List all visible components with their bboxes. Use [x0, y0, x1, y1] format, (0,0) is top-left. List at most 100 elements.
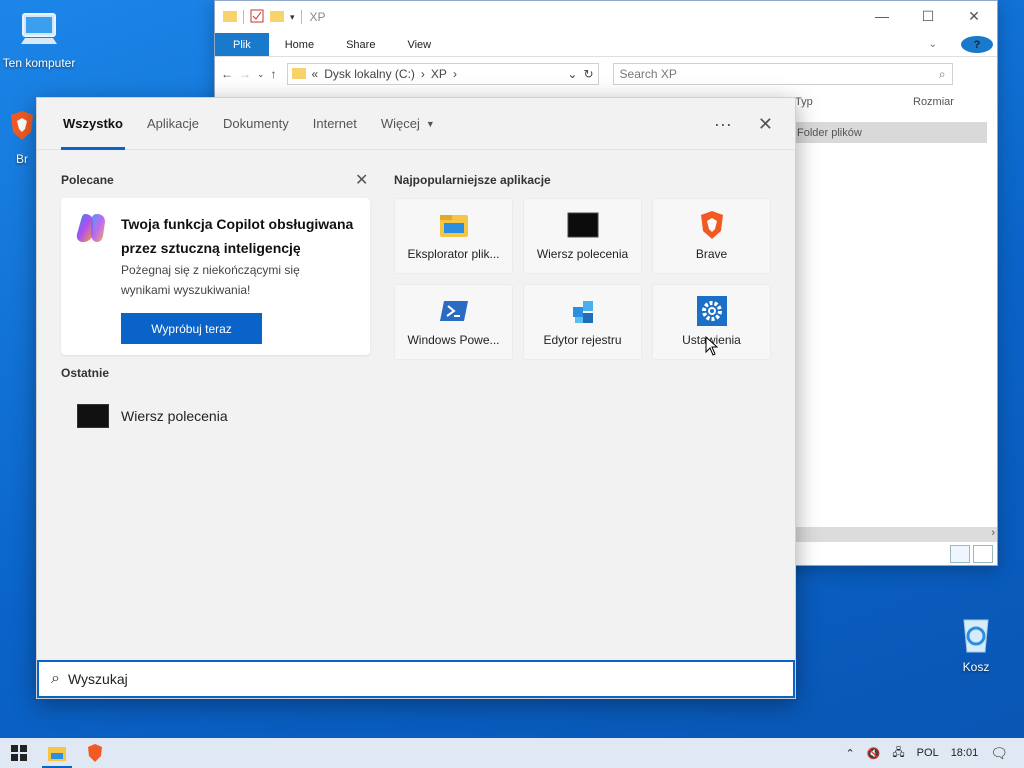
forward-arrow-icon[interactable]: →: [239, 67, 251, 81]
close-button[interactable]: ✕: [951, 1, 997, 31]
network-icon[interactable]: 🖧: [892, 744, 904, 763]
ribbon-tabs: Plik Home Share View ⌄ ?: [215, 33, 997, 57]
tab-all[interactable]: Wszystko: [51, 98, 135, 150]
folder-icon: [438, 209, 470, 241]
folder-icon: [223, 10, 237, 25]
notifications-icon[interactable]: 🗨: [990, 745, 1008, 762]
copilot-promo-card: Twoja funkcja Copilot obsługiwana przez …: [61, 198, 370, 355]
cmd-icon: [567, 209, 599, 241]
app-tile-label: Brave: [695, 247, 728, 261]
desktop-icon-this-pc[interactable]: Ten komputer: [0, 8, 78, 70]
address-field[interactable]: « Dysk lokalny (C:) › XP › ⌄ ↻: [286, 63, 599, 85]
quick-access-toolbar: ▾: [223, 9, 302, 26]
chevron-down-icon[interactable]: ⌄: [257, 69, 265, 80]
title-bar: ▾ XP — ☐ ✕: [215, 1, 997, 33]
desktop-icon-label: Kosz: [962, 660, 990, 674]
refresh-icon[interactable]: ↻: [583, 67, 593, 81]
up-arrow-icon[interactable]: ↑: [271, 67, 277, 81]
start-button[interactable]: [0, 738, 38, 768]
maximize-button[interactable]: ☐: [905, 1, 951, 31]
clock[interactable]: 18:01: [951, 747, 979, 759]
taskbar-file-explorer[interactable]: [38, 738, 76, 768]
copilot-title: Twoja funkcja Copilot obsługiwana przez …: [121, 216, 354, 256]
desktop-icon-label: Ten komputer: [2, 56, 76, 70]
app-tile-label: Wiersz polecenia: [536, 247, 629, 261]
chevron-right-icon: ›: [452, 67, 457, 81]
taskbar-brave[interactable]: [76, 738, 114, 768]
search-input[interactable]: [67, 671, 668, 687]
app-tile-file-explorer[interactable]: Eksplorator plik...: [394, 198, 513, 274]
app-tile-command-prompt[interactable]: Wiersz polecenia: [523, 198, 642, 274]
chevron-up-icon[interactable]: ⌃: [845, 747, 854, 760]
brave-icon: [88, 744, 102, 762]
app-tile-label: Edytor rejestru: [543, 333, 622, 347]
chevron-right-icon[interactable]: ›: [991, 527, 995, 539]
back-arrow-icon[interactable]: ←: [221, 67, 233, 81]
column-size[interactable]: Rozmiar: [913, 87, 954, 117]
top-apps-heading: Najpopularniejsze aplikacje: [394, 173, 551, 187]
app-tile-brave[interactable]: Brave: [652, 198, 771, 274]
monitor-icon: [17, 8, 61, 52]
copilot-icon: [73, 210, 109, 246]
chevron-down-icon[interactable]: ⌄: [567, 67, 577, 81]
search-placeholder: Search XP: [619, 67, 677, 81]
search-box[interactable]: ⌕: [37, 660, 795, 698]
large-icons-view-icon[interactable]: [973, 545, 993, 563]
app-tile-powershell[interactable]: Windows Powe...: [394, 284, 513, 360]
breadcrumb-drive[interactable]: Dysk lokalny (C:): [324, 67, 415, 81]
recent-heading: Ostatnie: [61, 366, 110, 380]
brave-icon: [7, 108, 37, 148]
recent-item-command-prompt[interactable]: Wiersz polecenia: [61, 394, 371, 438]
tab-file[interactable]: Plik: [215, 33, 269, 56]
file-row[interactable]: Folder plików: [795, 122, 987, 143]
tab-home[interactable]: Home: [269, 33, 330, 56]
horizontal-scrollbar[interactable]: ›: [795, 527, 997, 542]
tab-more[interactable]: Więcej ▼: [369, 98, 447, 150]
details-view-icon[interactable]: [950, 545, 970, 563]
desktop-icon-recycle-bin[interactable]: Kosz: [937, 612, 1015, 674]
help-button[interactable]: ?: [961, 36, 993, 53]
mouse-cursor-icon: [705, 335, 719, 361]
search-icon: ⌕: [938, 66, 946, 81]
column-headers: Typ Rozmiar: [795, 87, 990, 117]
system-tray: ⌃ 🔇 🖧 POL 18:01 🗨: [845, 744, 1024, 763]
volume-muted-icon[interactable]: 🔇: [867, 747, 881, 760]
tab-share[interactable]: Share: [330, 33, 391, 56]
minimize-button[interactable]: —: [859, 1, 905, 31]
desktop-icon-label: Br: [16, 152, 28, 166]
explorer-search-input[interactable]: Search XP ⌕: [612, 63, 953, 85]
chevron-down-icon[interactable]: ▾: [290, 12, 295, 23]
taskbar: ⌃ 🔇 🖧 POL 18:01 🗨: [0, 738, 1024, 768]
breadcrumb-folder[interactable]: XP: [431, 67, 447, 81]
close-icon[interactable]: ✕: [758, 114, 773, 135]
folder-icon: [291, 67, 306, 82]
app-tile-label: Windows Powe...: [407, 333, 500, 347]
column-type[interactable]: Typ: [795, 87, 913, 117]
chevron-down-icon[interactable]: ⌄: [913, 39, 953, 50]
properties-icon[interactable]: [250, 9, 264, 26]
search-flyout: Wszystko Aplikacje Dokumenty Internet Wi…: [36, 97, 796, 699]
tab-web[interactable]: Internet: [301, 98, 369, 150]
copilot-description: Pożegnaj się z niekończącymi się wynikam…: [121, 263, 300, 297]
tab-documents[interactable]: Dokumenty: [211, 98, 301, 150]
tab-view[interactable]: View: [391, 33, 447, 56]
more-options-icon[interactable]: ···: [714, 114, 732, 135]
app-tile-registry-editor[interactable]: Edytor rejestru: [523, 284, 642, 360]
app-tile-label: Eksplorator plik...: [407, 247, 500, 261]
language-indicator[interactable]: POL: [917, 747, 939, 759]
search-icon: ⌕: [51, 670, 60, 687]
address-bar-row: ← → ⌄ ↑ « Dysk lokalny (C:) › XP › ⌄ ↻ S…: [215, 57, 997, 91]
dismiss-recommended-icon[interactable]: ✕: [355, 170, 368, 190]
tab-apps[interactable]: Aplikacje: [135, 98, 211, 150]
desktop-icon-brave[interactable]: Br: [4, 108, 40, 166]
windows-logo-icon: [11, 745, 27, 761]
cmd-icon: [77, 404, 109, 428]
chevron-right-icon: ›: [420, 67, 425, 81]
breadcrumb-prefix: «: [311, 67, 319, 81]
recommended-heading: Polecane: [61, 173, 114, 187]
tab-more-label: Więcej: [380, 116, 420, 131]
recycle-bin-icon: [954, 612, 998, 656]
search-tabs: Wszystko Aplikacje Dokumenty Internet Wi…: [37, 98, 795, 150]
new-folder-icon[interactable]: [270, 10, 284, 25]
try-now-button[interactable]: Wypróbuj teraz: [121, 313, 262, 344]
